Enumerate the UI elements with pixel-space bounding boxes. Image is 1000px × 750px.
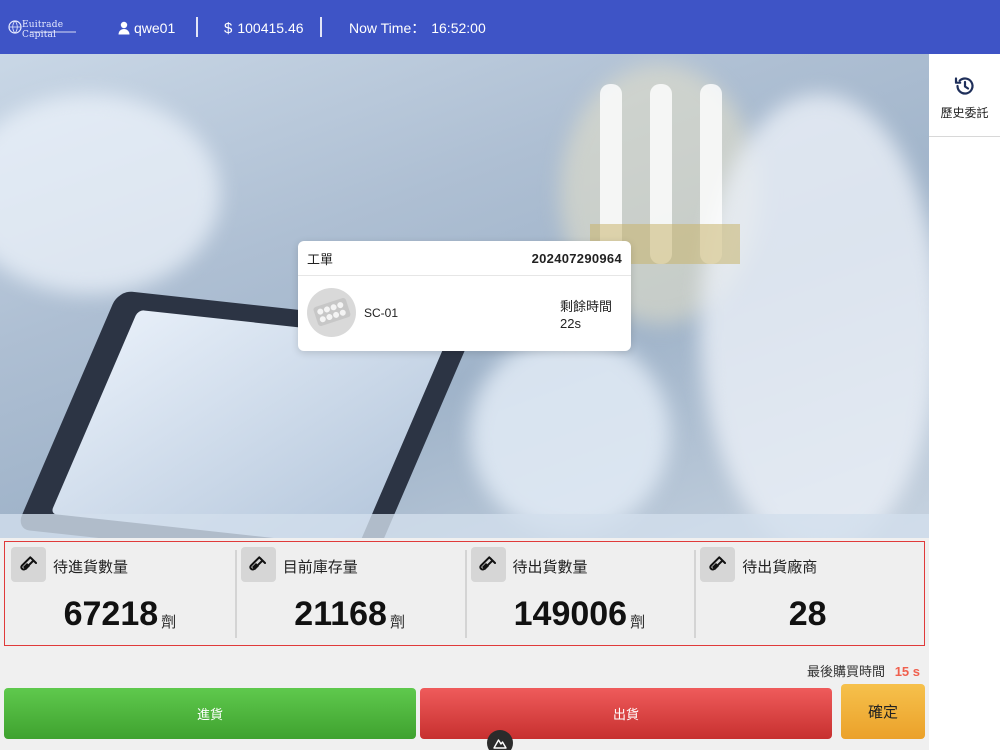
test-tube-icon	[240, 547, 276, 582]
work-order-card: 工單 202407290964 SC-01 剩餘時間 22s	[298, 241, 631, 351]
work-order-id: 202407290964	[531, 250, 622, 266]
side-divider	[929, 136, 1000, 137]
last-purchase-label: 最後購買時間	[807, 664, 886, 679]
globe-logo-icon	[8, 20, 22, 34]
stat-unit: 劑	[161, 614, 177, 631]
test-tube-icon	[11, 547, 46, 582]
last-purchase-time: 最後購買時間 15 s	[807, 661, 920, 680]
stat-pending-vendors: 待出貨廠商 28	[694, 542, 924, 645]
user-icon	[118, 21, 130, 35]
time-value: 16:52:00	[431, 20, 486, 36]
work-order-body: SC-01 剩餘時間 22s	[298, 276, 631, 351]
header-divider	[196, 17, 198, 37]
stat-title: 目前庫存量	[282, 559, 358, 576]
confirm-button[interactable]: 確定	[841, 684, 925, 739]
stat-value: 28	[788, 595, 827, 633]
brand-tagline-line	[30, 31, 76, 33]
stat-current-stock: 目前庫存量 21168 劑	[234, 542, 465, 645]
stat-title: 待出貨廠商	[742, 559, 818, 576]
last-purchase-value: 15 s	[894, 664, 920, 679]
history-icon	[954, 77, 974, 95]
stat-title: 待進貨數量	[53, 559, 129, 576]
stat-value: 21168	[294, 595, 387, 633]
work-order-header: 工單 202407290964	[298, 241, 631, 276]
header-divider	[320, 17, 322, 37]
current-time: Now Time： 16:52:00	[349, 19, 486, 37]
username: qwe01	[134, 20, 176, 36]
stat-pending-outbound: 待出貨數量 149006 劑	[464, 542, 695, 645]
brand-logo: Euitrade Capital	[8, 18, 84, 40]
stat-unit: 劑	[389, 614, 405, 631]
stat-pending-inbound: 待進貨數量 67218 劑	[5, 542, 235, 645]
history-orders-button[interactable]: 歷史委託	[929, 74, 1000, 126]
time-label: Now Time：	[349, 20, 426, 36]
user-info[interactable]: qwe01	[118, 19, 175, 37]
ship-out-button[interactable]: 出貨	[420, 688, 832, 739]
remaining-time-value: 22s	[560, 316, 581, 331]
currency-symbol: $	[224, 19, 233, 37]
test-tube-icon	[470, 547, 506, 582]
top-header: Euitrade Capital qwe01 $ 100415.46 Now T…	[0, 0, 1000, 54]
product-thumbnail	[307, 288, 356, 337]
side-panel: 歷史委託	[929, 54, 1000, 750]
floating-menu-button[interactable]	[487, 730, 513, 750]
pill-blister-icon	[313, 298, 351, 326]
balance-value: 100415.46	[237, 20, 304, 36]
buy-in-button[interactable]: 進貨	[4, 688, 416, 739]
history-label: 歷史委託	[940, 106, 989, 120]
stat-value: 149006	[513, 595, 628, 633]
stat-unit: 劑	[630, 614, 646, 631]
mountain-logo-icon	[493, 739, 507, 749]
balance-display: $ 100415.46	[224, 19, 304, 37]
stats-panel: 待進貨數量 67218 劑 目前庫存量 21168 劑 待出貨數量 149006…	[4, 541, 925, 646]
stat-title: 待出貨數量	[512, 559, 588, 576]
product-code: SC-01	[364, 306, 399, 320]
work-order-label: 工單	[307, 251, 334, 267]
stat-value: 67218	[63, 595, 159, 633]
test-tube-icon	[700, 547, 736, 582]
remaining-time-label: 剩餘時間	[560, 299, 613, 314]
brand-name: Euitrade Capital	[22, 20, 64, 40]
